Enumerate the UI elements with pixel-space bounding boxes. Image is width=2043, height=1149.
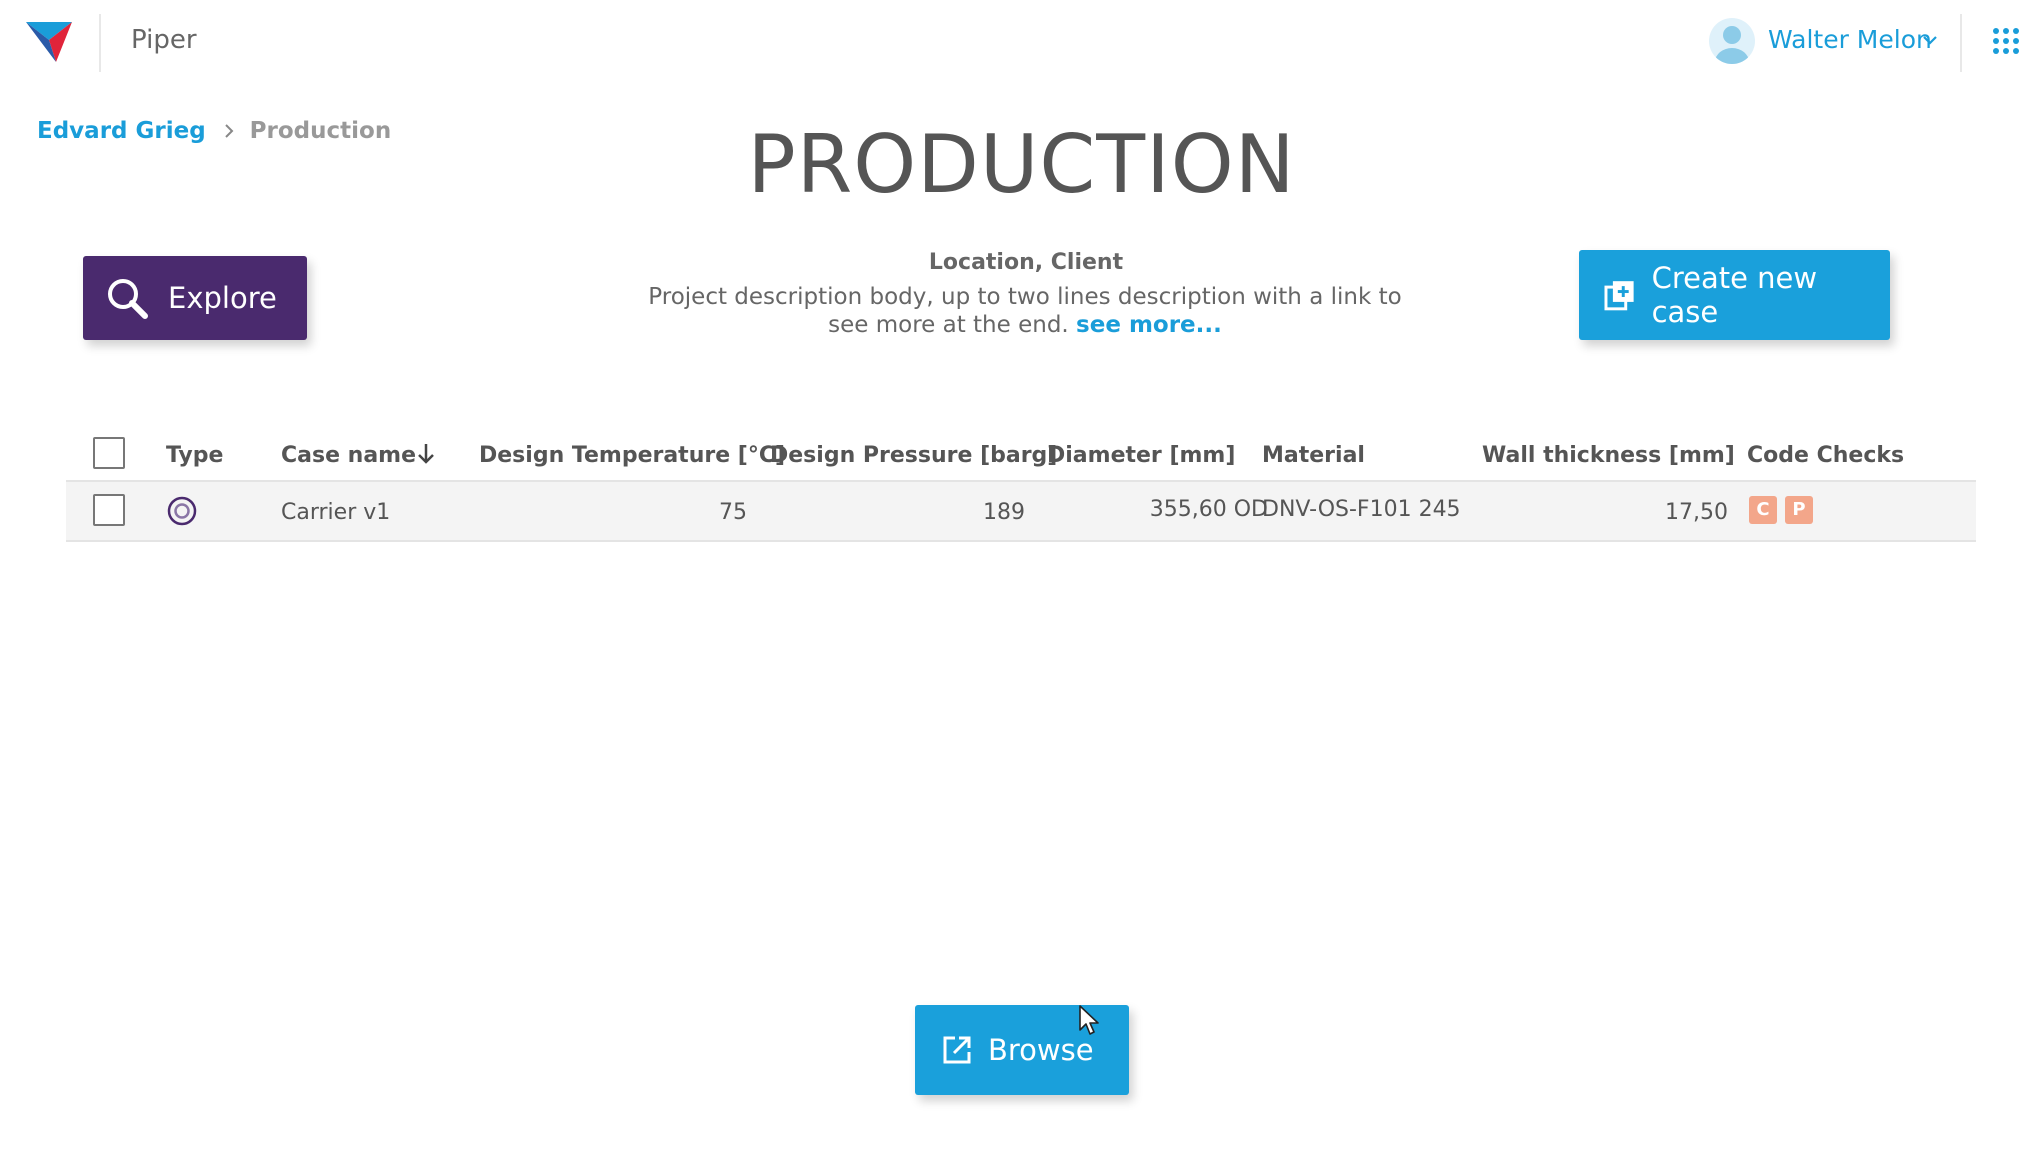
chevron-down-icon[interactable]: [1920, 30, 1940, 50]
create-new-case-label: Create new case: [1651, 261, 1818, 329]
project-description: Project description body, up to two line…: [630, 283, 1420, 339]
column-header-design-temperature[interactable]: Design Temperature [°C]: [479, 443, 785, 468]
cell-design-temperature: 75: [719, 500, 747, 525]
column-header-case-name[interactable]: Case name: [281, 443, 416, 468]
cases-table: Type Case name Design Temperature [°C] D…: [66, 425, 1976, 542]
pipe-type-icon: [167, 496, 197, 526]
add-case-icon: [1604, 281, 1634, 311]
top-bar: Piper Walter Melon: [0, 0, 2043, 86]
page-title: PRODUCTION: [747, 118, 1296, 211]
table-row[interactable]: Carrier v1 75 189 355,60 OD DNV-OS-F101 …: [66, 482, 1976, 542]
see-more-link[interactable]: see more...: [1076, 312, 1222, 338]
column-header-design-pressure[interactable]: Design Pressure [barg]: [770, 443, 1057, 468]
explore-button-label: Explore: [168, 281, 277, 315]
column-header-type[interactable]: Type: [166, 443, 223, 468]
cell-material: DNV-OS-F101 245: [1262, 497, 1461, 522]
column-header-material[interactable]: Material: [1262, 443, 1365, 468]
cell-design-pressure: 189: [983, 500, 1025, 525]
code-check-badge-p[interactable]: P: [1785, 496, 1813, 524]
create-new-case-button[interactable]: Create new case: [1579, 250, 1890, 340]
project-description-text: Project description body, up to two line…: [648, 284, 1402, 338]
header-divider: [99, 14, 101, 72]
browse-button-label: Browse: [988, 1033, 1094, 1067]
open-external-icon: [943, 1036, 971, 1064]
cell-case-name[interactable]: Carrier v1: [281, 500, 390, 525]
sort-descending-icon[interactable]: [416, 442, 436, 466]
header-divider: [1960, 14, 1962, 72]
cell-diameter: 355,60 OD: [1149, 497, 1268, 522]
code-check-badge-c[interactable]: C: [1749, 496, 1777, 524]
column-header-code-checks[interactable]: Code Checks: [1747, 443, 1904, 468]
column-header-wall-thickness[interactable]: Wall thickness [mm]: [1482, 443, 1735, 468]
cell-wall-thickness: 17,50: [1665, 500, 1728, 525]
app-grid-icon[interactable]: [1993, 28, 2019, 54]
user-avatar-icon[interactable]: [1709, 18, 1755, 64]
select-all-checkbox[interactable]: [93, 437, 125, 469]
column-header-diameter[interactable]: Diameter [mm]: [1047, 443, 1235, 468]
user-menu-name[interactable]: Walter Melon: [1768, 25, 1932, 54]
search-icon: [108, 279, 148, 319]
mouse-cursor-icon: [1079, 1005, 1099, 1035]
app-logo[interactable]: [26, 22, 72, 62]
explore-button[interactable]: Explore: [83, 256, 307, 340]
row-select-checkbox[interactable]: [93, 494, 125, 526]
app-name: Piper: [131, 25, 197, 55]
table-header: Type Case name Design Temperature [°C] D…: [66, 425, 1976, 482]
